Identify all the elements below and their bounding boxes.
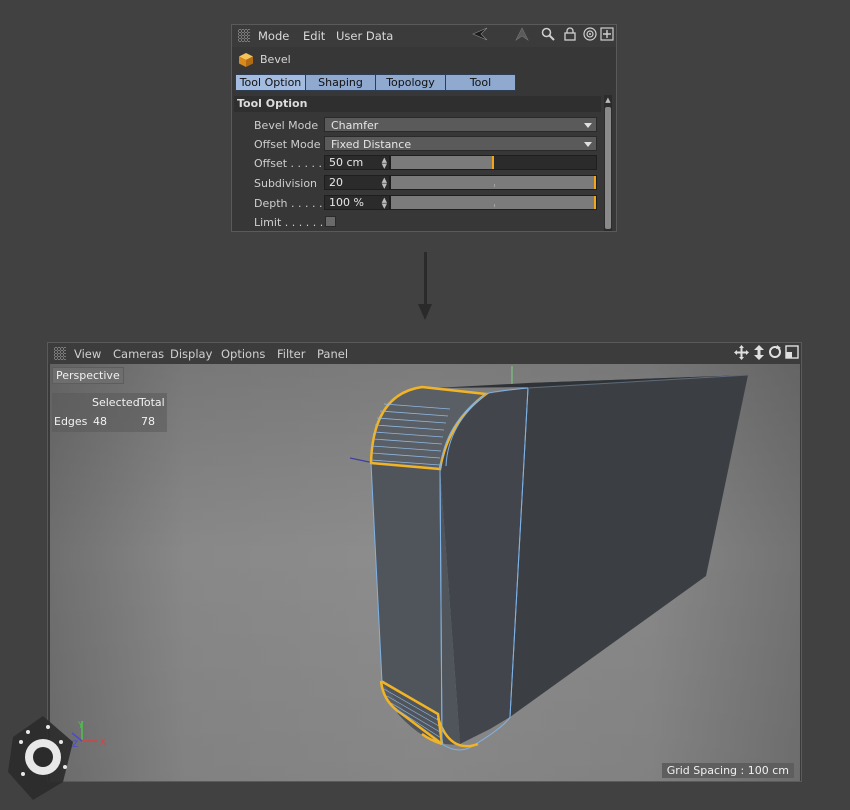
spinner-icon[interactable]: ▲ ▼ (382, 177, 387, 190)
tab-topology[interactable]: Topology (375, 74, 446, 91)
hud-total-count: 78 (141, 415, 155, 428)
hud-header-selected: Selected (92, 396, 140, 409)
menu-filter[interactable]: Filter (277, 347, 305, 361)
panel-grip-icon[interactable] (238, 29, 250, 42)
bevel-mode-value: Chamfer (331, 119, 379, 132)
tab-tool-option[interactable]: Tool Option (235, 74, 306, 91)
menu-cameras[interactable]: Cameras (113, 347, 164, 361)
section-header[interactable]: Tool Option (234, 96, 601, 112)
menu-mode[interactable]: Mode (258, 29, 289, 43)
offset-slider-knob[interactable] (491, 156, 494, 169)
slider-midmark (493, 204, 495, 207)
scroll-up-icon[interactable]: ▲ (604, 95, 612, 105)
menu-display[interactable]: Display (170, 347, 212, 361)
bevel-mode-label: Bevel Mode (254, 119, 319, 132)
slider-midmark (493, 184, 495, 187)
subdivision-row: Subdivision 20 ▲ ▼ (232, 175, 616, 193)
subdivision-label: Subdivision (254, 177, 318, 190)
subdivision-slider[interactable] (390, 175, 597, 190)
offset-slider[interactable] (390, 155, 597, 170)
offset-field[interactable]: 50 cm ▲ ▼ (324, 155, 390, 170)
attribute-menubar: Mode Edit User Data (232, 25, 616, 47)
menu-user-data[interactable]: User Data (336, 29, 393, 43)
menu-panel[interactable]: Panel (317, 347, 348, 361)
depth-row: Depth . . . . . . 100 % ▲ ▼ (232, 195, 616, 213)
tab-shaping[interactable]: Shaping (305, 74, 376, 91)
offset-value: 50 cm (329, 156, 364, 169)
search-icon[interactable] (540, 27, 556, 43)
limit-row: Limit . . . . . . . (232, 214, 616, 232)
offset-mode-row: Offset Mode Fixed Distance (232, 136, 616, 154)
bevel-mode-row: Bevel Mode Chamfer (232, 117, 616, 135)
offset-slider-fill (391, 156, 494, 169)
depth-slider[interactable] (390, 195, 597, 210)
spinner-icon[interactable]: ▲ ▼ (382, 157, 387, 170)
arrow-left-icon[interactable] (472, 27, 488, 43)
menu-edit[interactable]: Edit (303, 29, 325, 43)
offset-mode-label: Offset Mode (254, 138, 321, 151)
attribute-manager-panel: Mode Edit User Data Bevel Tool Option Sh… (231, 24, 617, 232)
grid-spacing-label: Grid Spacing : 100 cm (661, 763, 794, 778)
new-panel-icon[interactable] (599, 27, 615, 43)
down-arrow-icon (418, 304, 432, 320)
object-header: Bevel (232, 50, 616, 70)
offset-mode-select[interactable]: Fixed Distance (324, 136, 597, 151)
limit-label: Limit . . . . . . . (254, 216, 331, 229)
hud-row-label: Edges (54, 415, 88, 428)
tab-tool[interactable]: Tool (445, 74, 516, 91)
camera-label[interactable]: Perspective (52, 367, 124, 384)
menu-view[interactable]: View (74, 347, 101, 361)
subdivision-slider-knob[interactable] (594, 176, 596, 189)
panel-grip-icon[interactable] (54, 347, 66, 360)
depth-slider-fill (391, 196, 596, 209)
viewport-canvas[interactable]: Perspective Selected Total Edges 48 78 Y… (50, 364, 800, 781)
offset-mode-value: Fixed Distance (331, 138, 412, 151)
chevron-down-icon (584, 142, 592, 147)
down-arrow-shaft (424, 252, 427, 308)
depth-slider-knob[interactable] (594, 196, 596, 209)
subdivision-field[interactable]: 20 ▲ ▼ (324, 175, 390, 190)
move-view-icon[interactable] (734, 345, 749, 361)
hud-selected-count: 48 (93, 415, 107, 428)
hud-header-total: Total (139, 396, 165, 409)
viewport-panel: View Cameras Display Options Filter Pane… (47, 342, 802, 782)
limit-checkbox[interactable] (325, 216, 336, 227)
depth-label: Depth . . . . . . (254, 197, 330, 210)
menu-options[interactable]: Options (221, 347, 265, 361)
section-title: Tool Option (237, 97, 308, 110)
viewport-menubar: View Cameras Display Options Filter Pane… (48, 343, 801, 364)
subdivision-slider-fill (391, 176, 596, 189)
watermark-logo-icon (8, 716, 73, 800)
arrow-up-icon[interactable] (514, 27, 530, 43)
bevel-mode-select[interactable]: Chamfer (324, 117, 597, 132)
target-icon[interactable] (582, 27, 598, 43)
offset-row: Offset . . . . . . 50 cm ▲ ▼ (232, 155, 616, 173)
tab-bar: Tool Option Shaping Topology Tool (235, 74, 516, 91)
zoom-view-icon[interactable] (751, 345, 766, 361)
chevron-down-icon (584, 123, 592, 128)
axis-x-label: X (100, 738, 106, 748)
lock-icon[interactable] (562, 27, 578, 43)
subdivision-value: 20 (329, 176, 343, 189)
rotate-view-icon[interactable] (767, 345, 782, 361)
depth-value: 100 % (329, 196, 364, 209)
maximize-view-icon[interactable] (784, 345, 799, 361)
spinner-icon[interactable]: ▲ ▼ (382, 197, 387, 210)
depth-field[interactable]: 100 % ▲ ▼ (324, 195, 390, 210)
bevel-tool-icon (238, 52, 253, 67)
offset-label: Offset . . . . . . (254, 157, 330, 170)
selection-hud: Selected Total Edges 48 78 (52, 393, 167, 432)
object-name: Bevel (260, 53, 291, 66)
